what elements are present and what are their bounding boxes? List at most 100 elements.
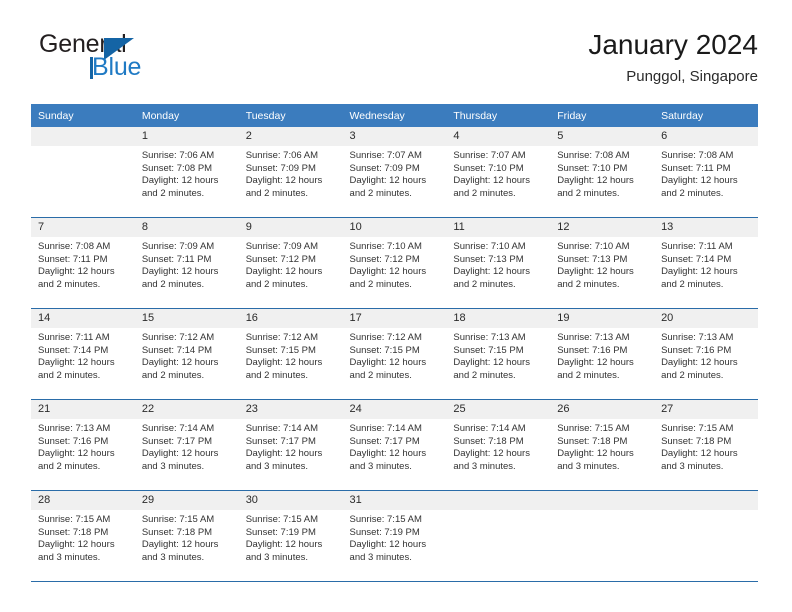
location-subtitle: Punggol, Singapore	[626, 68, 758, 85]
sunset-text: Sunset: 7:10 PM	[557, 162, 628, 174]
sunset-text: Sunset: 7:09 PM	[349, 162, 420, 174]
weekday-header-friday: Friday	[550, 104, 655, 127]
calendar-cell-day-11[interactable]: 11 Sunrise: 7:10 AM Sunset: 7:13 PM Dayligh…	[446, 217, 551, 309]
calendar-cell-empty	[654, 490, 758, 582]
sunset-text: Sunset: 7:10 PM	[453, 162, 524, 174]
calendar-cell-day-2[interactable]: 2 Sunrise: 7:06 AM Sunset: 7:09 PM Daylight…	[238, 127, 343, 218]
sunrise-text: Sunrise: 7:06 AM	[141, 150, 215, 161]
calendar-cell-day-10[interactable]: 10 Sunrise: 7:10 AM Sunset: 7:12 PM Dayligh…	[342, 217, 447, 309]
day-number: 27	[654, 400, 758, 419]
daylight-text-cont: and 2 minutes.	[245, 369, 309, 381]
daylight-text-cont: and 2 minutes.	[661, 278, 724, 290]
day-number: 25	[446, 400, 551, 419]
calendar-cell-day-8[interactable]: 8 Sunrise: 7:09 AM Sunset: 7:11 PM Daylight…	[134, 217, 239, 309]
sunset-text: Sunset: 7:18 PM	[557, 435, 628, 447]
sunrise-text: Sunrise: 7:10 AM	[557, 241, 630, 252]
day-details: Sunrise: 7:07 AM Sunset: 7:10 PM Daylight:…	[446, 146, 550, 200]
calendar-cell-day-13[interactable]: 13 Sunrise: 7:11 AM Sunset: 7:14 PM Dayligh…	[654, 217, 758, 309]
calendar-cell-inner: 31 Sunrise: 7:15 AM Sunset: 7:19 PM Dayligh…	[342, 491, 447, 581]
calendar-cell-day-18[interactable]: 18 Sunrise: 7:13 AM Sunset: 7:15 PM Dayligh…	[446, 308, 551, 400]
daylight-text: Daylight: 12 hours	[349, 357, 427, 369]
calendar-cell-day-28[interactable]: 28 Sunrise: 7:15 AM Sunset: 7:18 PM Dayligh…	[31, 490, 135, 582]
day-details: Sunrise: 7:13 AM Sunset: 7:16 PM Daylight:…	[654, 328, 758, 382]
day-details: Sunrise: 7:15 AM Sunset: 7:19 PM Daylight:…	[239, 510, 343, 564]
sunrise-text: Sunrise: 7:15 AM	[38, 514, 111, 525]
calendar-cell-day-3[interactable]: 3 Sunrise: 7:07 AM Sunset: 7:09 PM Daylight…	[342, 127, 447, 218]
calendar-cell-day-19[interactable]: 19 Sunrise: 7:13 AM Sunset: 7:16 PM Dayligh…	[550, 308, 655, 400]
calendar-cell-day-12[interactable]: 12 Sunrise: 7:10 AM Sunset: 7:13 PM Dayligh…	[550, 217, 655, 309]
calendar-cell-day-24[interactable]: 24 Sunrise: 7:14 AM Sunset: 7:17 PM Dayligh…	[342, 399, 447, 491]
calendar-cell-day-23[interactable]: 23 Sunrise: 7:14 AM Sunset: 7:17 PM Dayligh…	[238, 399, 343, 491]
calendar-cell-day-30[interactable]: 30 Sunrise: 7:15 AM Sunset: 7:19 PM Dayligh…	[238, 490, 343, 582]
sunset-text: Sunset: 7:18 PM	[141, 526, 213, 538]
daylight-text: Daylight: 12 hours	[245, 357, 323, 369]
calendar-cell-day-31[interactable]: 31 Sunrise: 7:15 AM Sunset: 7:19 PM Dayligh…	[342, 490, 447, 582]
daylight-text-cont: and 3 minutes.	[141, 551, 205, 563]
calendar-cell-day-20[interactable]: 20 Sunrise: 7:13 AM Sunset: 7:16 PM Dayligh…	[654, 308, 758, 400]
daylight-text-cont: and 2 minutes.	[453, 369, 516, 381]
sunrise-text: Sunrise: 7:15 AM	[557, 423, 630, 434]
calendar-cell-day-9[interactable]: 9 Sunrise: 7:09 AM Sunset: 7:12 PM Daylight…	[238, 217, 343, 309]
day-details	[550, 510, 654, 514]
day-number: 11	[446, 218, 551, 237]
day-number: 26	[550, 400, 655, 419]
calendar-cell-inner: 27 Sunrise: 7:15 AM Sunset: 7:18 PM Dayligh…	[654, 400, 758, 490]
daylight-text: Daylight: 12 hours	[557, 266, 634, 278]
day-details	[654, 510, 758, 514]
daylight-text-cont: and 3 minutes.	[141, 460, 205, 472]
day-number: 2	[238, 127, 343, 146]
calendar-cell-day-16[interactable]: 16 Sunrise: 7:12 AM Sunset: 7:15 PM Dayligh…	[238, 308, 343, 400]
daylight-text: Daylight: 12 hours	[245, 266, 323, 278]
calendar-cell-day-4[interactable]: 4 Sunrise: 7:07 AM Sunset: 7:10 PM Daylight…	[446, 127, 551, 218]
calendar-cell-inner: 3 Sunrise: 7:07 AM Sunset: 7:09 PM Daylight…	[342, 127, 447, 217]
calendar-cell-day-14[interactable]: 14 Sunrise: 7:11 AM Sunset: 7:14 PM Dayligh…	[31, 308, 135, 400]
calendar-cell-day-15[interactable]: 15 Sunrise: 7:12 AM Sunset: 7:14 PM Dayligh…	[134, 308, 239, 400]
calendar-cell-day-26[interactable]: 26 Sunrise: 7:15 AM Sunset: 7:18 PM Dayligh…	[550, 399, 655, 491]
sunset-text: Sunset: 7:17 PM	[349, 435, 420, 447]
day-number: 14	[31, 309, 135, 328]
daylight-text-cont: and 3 minutes.	[349, 460, 412, 472]
calendar-cell-day-7[interactable]: 7 Sunrise: 7:08 AM Sunset: 7:11 PM Daylight…	[31, 217, 135, 309]
sunset-text: Sunset: 7:11 PM	[661, 162, 731, 174]
sunrise-text: Sunrise: 7:12 AM	[141, 332, 215, 343]
sunrise-text: Sunrise: 7:07 AM	[349, 150, 422, 161]
calendar-cell-day-6[interactable]: 6 Sunrise: 7:08 AM Sunset: 7:11 PM Daylight…	[654, 127, 758, 218]
daylight-text-cont: and 2 minutes.	[453, 187, 516, 199]
calendar-cell-inner: 17 Sunrise: 7:12 AM Sunset: 7:15 PM Dayligh…	[342, 309, 447, 399]
day-number: 1	[134, 127, 239, 146]
sunset-text: Sunset: 7:13 PM	[557, 253, 628, 265]
calendar-cell-inner: 15 Sunrise: 7:12 AM Sunset: 7:14 PM Dayligh…	[134, 309, 239, 399]
day-number: 17	[342, 309, 447, 328]
calendar-cell-day-29[interactable]: 29 Sunrise: 7:15 AM Sunset: 7:18 PM Dayligh…	[134, 490, 239, 582]
daylight-text-cont: and 2 minutes.	[141, 278, 205, 290]
day-details: Sunrise: 7:07 AM Sunset: 7:09 PM Daylight:…	[343, 146, 447, 200]
calendar-week-row: 14 Sunrise: 7:11 AM Sunset: 7:14 PM Dayligh…	[31, 308, 758, 400]
day-details: Sunrise: 7:12 AM Sunset: 7:14 PM Daylight:…	[135, 328, 239, 382]
daylight-text: Daylight: 12 hours	[453, 448, 530, 460]
calendar-cell-day-25[interactable]: 25 Sunrise: 7:14 AM Sunset: 7:18 PM Dayligh…	[446, 399, 551, 491]
daylight-text: Daylight: 12 hours	[141, 539, 219, 551]
day-number: 31	[342, 491, 447, 510]
calendar-cell-inner: 26 Sunrise: 7:15 AM Sunset: 7:18 PM Dayligh…	[550, 400, 655, 490]
calendar-cell-day-5[interactable]: 5 Sunrise: 7:08 AM Sunset: 7:10 PM Daylight…	[550, 127, 655, 218]
calendar-cell-day-27[interactable]: 27 Sunrise: 7:15 AM Sunset: 7:18 PM Dayligh…	[654, 399, 758, 491]
calendar-cell-inner: 9 Sunrise: 7:09 AM Sunset: 7:12 PM Daylight…	[238, 218, 343, 308]
calendar-cell-day-22[interactable]: 22 Sunrise: 7:14 AM Sunset: 7:17 PM Dayligh…	[134, 399, 239, 491]
brand-logo[interactable]: General Blue	[31, 28, 251, 90]
calendar-cell-empty	[550, 490, 655, 582]
day-number: 12	[550, 218, 655, 237]
calendar-cell-inner: 11 Sunrise: 7:10 AM Sunset: 7:13 PM Dayligh…	[446, 218, 551, 308]
calendar-cell-day-1[interactable]: 1 Sunrise: 7:06 AM Sunset: 7:08 PM Daylight…	[134, 127, 239, 218]
sunset-text: Sunset: 7:19 PM	[349, 526, 420, 538]
day-details: Sunrise: 7:06 AM Sunset: 7:08 PM Daylight:…	[135, 146, 239, 200]
sunset-text: Sunset: 7:18 PM	[453, 435, 524, 447]
calendar-cell-day-17[interactable]: 17 Sunrise: 7:12 AM Sunset: 7:15 PM Dayligh…	[342, 308, 447, 400]
sunset-text: Sunset: 7:13 PM	[453, 253, 524, 265]
calendar-cell-day-21[interactable]: 21 Sunrise: 7:13 AM Sunset: 7:16 PM Dayligh…	[31, 399, 135, 491]
calendar-cell-inner: 20 Sunrise: 7:13 AM Sunset: 7:16 PM Dayligh…	[654, 309, 758, 399]
calendar-week-row: 1 Sunrise: 7:06 AM Sunset: 7:08 PM Daylight…	[31, 127, 758, 218]
sunrise-text: Sunrise: 7:15 AM	[349, 514, 422, 525]
day-details: Sunrise: 7:13 AM Sunset: 7:16 PM Daylight:…	[550, 328, 654, 382]
sunset-text: Sunset: 7:16 PM	[661, 344, 732, 356]
daylight-text: Daylight: 12 hours	[141, 266, 219, 278]
